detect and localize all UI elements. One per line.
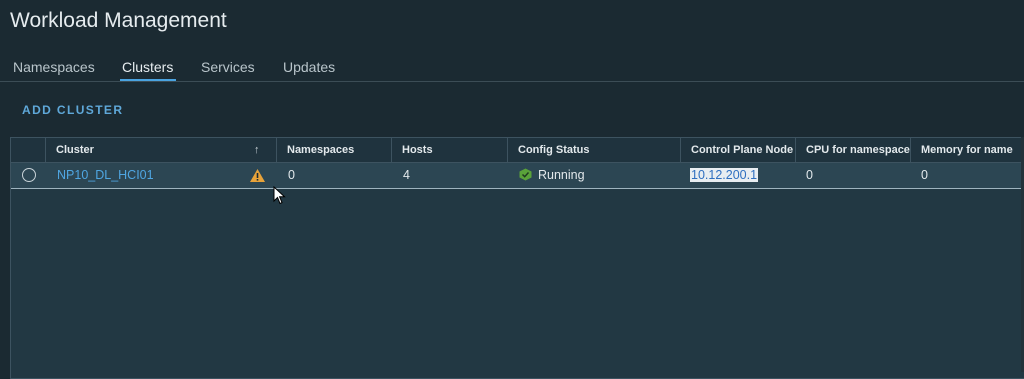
tab-namespaces[interactable]: Namespaces xyxy=(13,59,95,75)
mouse-pointer-icon xyxy=(273,186,286,205)
column-header-memory-for-namespaces[interactable]: Memory for name xyxy=(910,138,1024,162)
column-header-hosts[interactable]: Hosts xyxy=(391,138,507,162)
control-plane-ip[interactable]: 10.12.200.1 xyxy=(690,168,759,182)
table-row[interactable]: NP10_DL_HCI01 0 4 Running 10.12.200.1 0 … xyxy=(11,163,1024,189)
tab-bar: Namespaces Clusters Services Updates xyxy=(0,55,1024,82)
datagrid-header: Cluster ↑ Namespaces Hosts Config Status… xyxy=(11,138,1024,163)
row-select-radio[interactable] xyxy=(22,168,36,182)
tab-clusters[interactable]: Clusters xyxy=(119,59,177,81)
namespaces-count: 0 xyxy=(288,168,295,182)
memory-for-namespaces-value: 0 xyxy=(921,168,928,182)
cluster-name-link[interactable]: NP10_DL_HCI01 xyxy=(57,168,154,182)
tab-services[interactable]: Services xyxy=(201,59,255,75)
column-header-config-status[interactable]: Config Status xyxy=(507,138,680,162)
column-header-cpu-for-namespaces[interactable]: CPU for namespaces xyxy=(795,138,910,162)
config-status-cell: Running xyxy=(509,163,679,188)
column-header-namespaces[interactable]: Namespaces xyxy=(276,138,391,162)
config-status-text: Running xyxy=(538,168,585,182)
control-plane-node-cell: 10.12.200.1 xyxy=(681,163,793,188)
add-cluster-button[interactable]: ADD CLUSTER xyxy=(22,103,123,117)
column-header-control-plane-node[interactable]: Control Plane Node xyxy=(680,138,795,162)
warning-triangle-icon[interactable] xyxy=(249,168,266,183)
cpu-for-namespaces-value: 0 xyxy=(806,168,813,182)
clusters-datagrid: Cluster ↑ Namespaces Hosts Config Status… xyxy=(10,137,1024,379)
column-header-cluster[interactable]: Cluster xyxy=(45,138,277,162)
tab-updates[interactable]: Updates xyxy=(283,59,335,75)
hosts-count: 4 xyxy=(403,168,410,182)
arrow-up-icon[interactable]: ↑ xyxy=(254,138,260,162)
page-title: Workload Management xyxy=(10,9,227,32)
green-check-shield-icon xyxy=(519,168,532,181)
